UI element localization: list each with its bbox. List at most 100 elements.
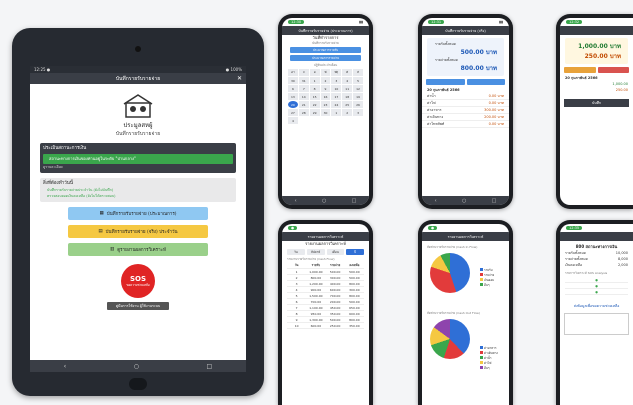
estimate-income-button[interactable]: ▦ บันทึกรายรับรายจ่าย (ประมาณการ) [68,207,208,220]
calendar-day[interactable]: 4 [342,77,353,84]
status-time: 12:25 ● [34,67,51,72]
calendar-day[interactable]: 9 [320,85,331,92]
todo-item[interactable]: ตรวจสอบยอดเงินคงเหลือ (ยังไม่ได้ตรวจสอบ) [43,193,233,199]
tab-period[interactable]: สัปดาห์ [306,249,325,255]
calendar-day[interactable]: 20 [288,101,298,108]
calendar-day[interactable]: 10 [331,85,342,92]
income-button[interactable] [564,67,596,73]
save-button[interactable]: บันทึก [564,99,629,107]
calendar-day[interactable]: 13 [288,93,298,100]
calendar-day[interactable]: 14 [298,93,309,100]
calendar-day[interactable]: 19 [353,93,363,100]
home-icon[interactable]: ○ [134,363,139,370]
expense-button[interactable] [466,79,505,85]
expense-amount: 250.00 บาท [584,53,621,60]
calendar-day[interactable]: 7 [298,85,309,92]
table-cell: 500.00 [329,317,341,322]
calendar-day[interactable]: 17 [331,93,342,100]
list-item[interactable]: ค่าอาหาร 300.00 บาท [422,107,509,114]
calendar-day[interactable]: 24 [331,101,342,108]
expense-button[interactable] [597,67,629,73]
item-label: ค่าโทรศัพท์ [427,122,445,126]
calendar-day[interactable]: 18 [342,93,353,100]
calendar-day[interactable]: 2 [320,77,331,84]
calendar-day[interactable]: 30 [320,109,331,116]
phone-sos-analysis: 12:35 800 สถานะทางการเงิน รายรับทั้งหมด 1… [556,220,633,405]
calendar-day[interactable]: 26 [353,101,363,108]
calendar-grid: อาจอพพฤศส 30 31 1 2 3 4 5 6 7 8 9 10 11 12 13 14 15 16 17 18… [288,69,363,124]
estimate-income-button[interactable]: ประมาณการรายรับ [290,47,361,53]
table-row: 10 600.00 250.00 350.00 [287,323,364,329]
calendar-day[interactable]: 25 [342,101,353,108]
org-logo-icon [121,92,155,120]
calendar-day[interactable]: 5 [353,77,363,84]
calendar-day[interactable]: 27 [288,109,298,116]
calendar-weekday: อ [309,69,320,76]
actual-record-button[interactable]: ▤ บันทึกรายรับรายจ่าย (จริง) ประจำวัน [68,225,208,238]
tab-period[interactable]: วัน [287,249,305,255]
table-title: รายงานรายรับรายจ่าย (Cash Flow) [287,257,335,261]
calendar-day[interactable]: 16 [320,93,331,100]
item-amount: 200.00 บาท [484,115,504,119]
income-button[interactable] [426,79,465,85]
calendar-weekday: ศ [342,69,353,76]
back-icon[interactable]: ‹ [435,198,437,204]
back-icon[interactable]: ‹ [295,198,297,204]
close-icon[interactable]: ✕ [237,75,242,82]
calendar-day[interactable]: 3 [331,77,342,84]
home-icon[interactable]: ○ [462,198,466,204]
tablet-home-button[interactable] [129,378,147,390]
back-icon[interactable]: ‹ [64,363,66,370]
calendar-day[interactable]: 1 [309,77,320,84]
table-cell: 800.00 [349,317,360,322]
item-amount: 0.00 บาท [488,94,504,98]
finance-status-message[interactable]: สถานะทางการเงินของท่านอยู่ในระดับ "ปานกล… [43,154,233,164]
message-textarea[interactable] [564,313,629,335]
home-icon[interactable]: ○ [322,198,326,204]
notebook-icon: ▤ [98,229,103,234]
list-item[interactable]: ค่าโทรศัพท์ 0.00 บาท [422,121,509,128]
finance-status-detail[interactable]: ดูรายละเอียด [43,164,233,170]
page-title: รายงานผลการวิเคราะห์ [305,241,346,246]
tab-period[interactable]: เดือน [326,249,345,255]
calendar-day[interactable]: 1 [331,109,342,116]
calendar-day[interactable]: 15 [309,93,320,100]
calendar-day[interactable]: 11 [342,85,353,92]
phone-nav-bar: ‹ ○ □ [422,196,509,205]
list-item[interactable]: ค่าเดินทาง 200.00 บาท [422,114,509,121]
calendar-day[interactable]: 6 [288,85,298,92]
finance-status-title: ประเมินสถานะการเงิน [43,146,87,151]
calendar-day[interactable]: 22 [309,101,320,108]
report-button[interactable]: ▥ ดูรายงานผลการวิเคราะห์ [68,243,208,256]
status-battery: ● 100% [225,67,242,72]
calendar-day[interactable]: 4 [288,117,298,124]
calendar-day[interactable]: 29 [309,109,320,116]
recents-icon[interactable]: □ [352,198,357,204]
sos-submit-link[interactable]: ส่งข้อมูลเพื่อขอความช่วยเหลือ [564,303,629,309]
table-cell: 300.00 [349,287,360,292]
sos-button[interactable]: SOS ขอความช่วยเหลือ [121,264,155,298]
calendar-day[interactable]: 12 [353,85,363,92]
table-cell: 1 [295,269,298,274]
recents-icon[interactable]: □ [492,198,497,204]
recents-icon[interactable]: □ [207,363,213,370]
estimate-expense-button[interactable]: ประมาณการรายจ่าย [290,55,361,61]
todo-panel: สิ่งที่ต้องทำวันนี้ บันทึกรายรับรายจ่ายป… [40,178,236,202]
summary-card: 1,000.00 บาท 250.00 บาท [565,38,628,64]
list-item[interactable]: ค่าน้ำ 0.00 บาท [422,93,509,100]
tab-period[interactable]: ปี [346,249,364,255]
phone-report-table: ● รายงานผลการวิเคราะห์ รายงานผลการวิเครา… [278,220,373,405]
expense-amount: 800.00 บาท [460,65,497,72]
calendar-day[interactable]: 21 [298,101,309,108]
calendar-day[interactable]: 31 [298,77,309,84]
action-buttons [426,79,505,85]
calendar-day[interactable]: 2 [342,109,353,116]
list-item[interactable]: ค่าไฟ 0.00 บาท [422,100,509,107]
cash-out-pie-chart [430,319,470,359]
calendar-day[interactable]: 28 [298,109,309,116]
calendar-day[interactable]: 23 [320,101,331,108]
calendar-day[interactable]: 8 [309,85,320,92]
user-guide-button[interactable]: คู่มือการใช้งาน ผู้ใช้งานระบบ [107,302,169,310]
calendar-day[interactable]: 3 [353,109,363,116]
calendar-day[interactable]: 30 [288,77,298,84]
